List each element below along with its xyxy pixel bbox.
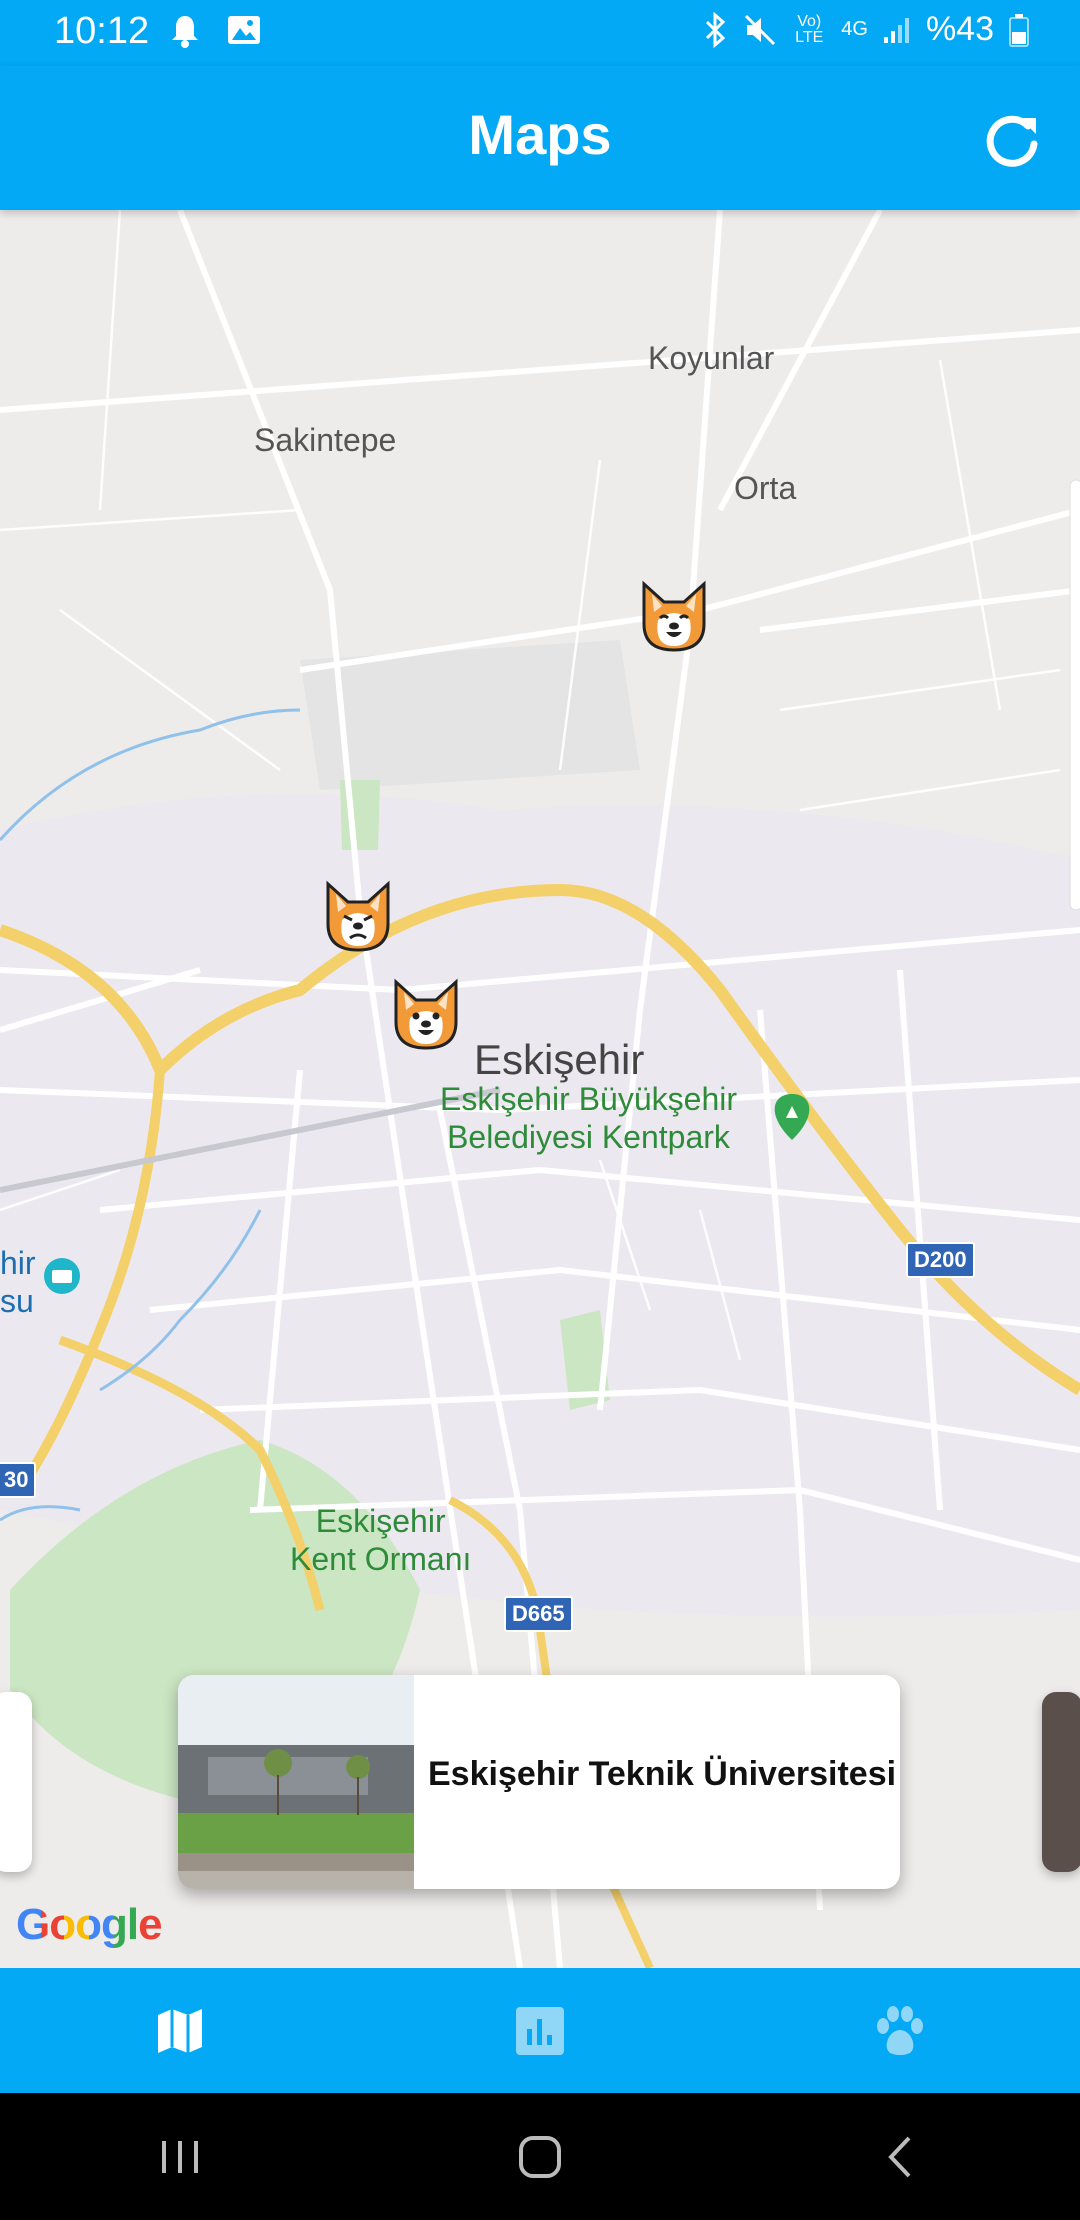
map-icon [158, 2008, 202, 2053]
map-view[interactable]: Koyunlar Sakintepe Orta Eskişehir Eskişe… [0, 210, 1080, 1968]
place-card-next[interactable] [1042, 1692, 1080, 1872]
place-label-kent-ormani: Eskişehir Kent Ormanı [290, 1502, 471, 1578]
home-button[interactable] [480, 2117, 600, 2197]
bluetooth-icon [706, 11, 726, 48]
place-label-kentpark: Eskişehir Büyükşehir Belediyesi Kentpark [440, 1080, 737, 1156]
network-type: 4G [841, 18, 868, 40]
place-card-previous[interactable] [0, 1692, 32, 1872]
mute-icon [745, 14, 776, 45]
place-card-photo [178, 1675, 414, 1889]
battery-icon [1009, 13, 1029, 47]
dog-marker-2[interactable] [318, 876, 398, 956]
volte-label: Vo) LTE [795, 12, 824, 46]
road-badge-edge: 30 [0, 1462, 37, 1498]
dog-marker-1[interactable] [634, 576, 714, 656]
gallery-icon [228, 16, 260, 44]
signal-icon [883, 17, 909, 43]
chart-icon [516, 2006, 564, 2055]
kent-ormani-line2: Kent Ormanı [290, 1541, 472, 1577]
app-bar: Maps [0, 66, 1080, 210]
google-attribution: Google [16, 1900, 163, 1950]
edge-left-line1: hir [0, 1245, 36, 1281]
edge-left-line2: su [0, 1283, 34, 1319]
nav-map[interactable] [0, 1968, 360, 2093]
dog-marker-3[interactable] [386, 974, 466, 1054]
nav-pets[interactable] [720, 1968, 1080, 2093]
notification-bell-icon [172, 16, 198, 48]
nav-stats[interactable] [360, 1968, 720, 2093]
refresh-icon[interactable] [980, 106, 1044, 170]
paw-icon [877, 2005, 923, 2055]
road-badge-d200: D200 [906, 1242, 975, 1278]
status-time: 10:12 [54, 10, 150, 52]
back-icon [888, 2136, 911, 2177]
recents-icon [162, 2140, 198, 2173]
google-logo: Google [16, 1900, 163, 1949]
place-label-sakintepe: Sakintepe [254, 422, 397, 458]
place-label-koyunlar: Koyunlar [648, 340, 775, 376]
place-label-eskisehir: Eskişehir [474, 1036, 645, 1083]
home-icon [519, 2135, 561, 2178]
place-card-title: Eskişehir Teknik Üniversitesi [428, 1755, 897, 1793]
place-label-edge-left: hir su [0, 1244, 36, 1320]
page-title: Maps [468, 103, 612, 166]
place-label-orta: Orta [734, 470, 797, 506]
place-card[interactable]: Eskişehir Teknik Üniversitesi [178, 1675, 900, 1889]
kent-ormani-line1: Eskişehir [315, 1503, 446, 1539]
battery-percent: %43 [925, 10, 994, 48]
kentpark-line2: Belediyesi Kentpark [447, 1119, 730, 1155]
kentpark-line1: Eskişehir Büyükşehir [440, 1081, 737, 1117]
recents-button[interactable] [120, 2117, 240, 2197]
status-bar: 10:12 Vo) LTE 4G %43 [0, 0, 1080, 66]
system-nav-bar [0, 2093, 1080, 2220]
bottom-nav [0, 1968, 1080, 2093]
back-button[interactable] [840, 2117, 960, 2197]
road-badge-d665: D665 [504, 1596, 573, 1632]
